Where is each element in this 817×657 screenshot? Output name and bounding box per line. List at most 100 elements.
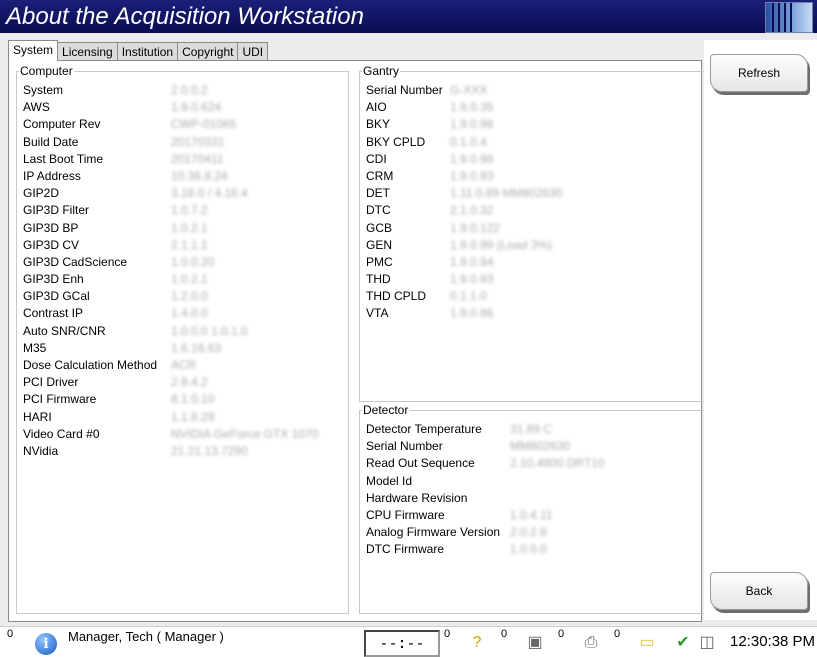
gantry-label: THD [366, 272, 391, 287]
computer-group: Computer System 2.0.0.2 AWS 1.9.0.624 Comput… [16, 64, 349, 614]
tab-institution[interactable]: Institution [116, 42, 179, 61]
tab-licensing[interactable]: Licensing [57, 42, 118, 61]
title-bar: About the Acquisition Workstation [0, 0, 817, 33]
gantry-row: GCB 1.9.0.122 [366, 220, 700, 237]
gantry-label: AIO [366, 100, 387, 115]
gantry-value: 0.1.1.0 [450, 289, 487, 304]
computer-value: 1.4.0.0 [171, 306, 208, 321]
gantry-value: 1.9.0.93 [450, 272, 494, 287]
computer-label: Video Card #0 [23, 426, 100, 441]
gantry-value: 1.9.0.99 (Load 3%) [450, 237, 553, 252]
computer-value: 1.0.0.0 1.0.1.0 [171, 323, 248, 338]
computer-label: System [23, 83, 64, 97]
printer-count: 0 [558, 628, 565, 640]
detector-row: Analog Firmware Version 2.0.2.8 [366, 524, 700, 541]
detector-label: Read Out Sequence [366, 456, 475, 471]
notes-count: 0 [614, 628, 621, 640]
gantry-value: G-XXX [450, 83, 488, 97]
computer-label: Last Boot Time [23, 151, 104, 166]
computer-row: Video Card #0 NVIDIA GeForce GTX 1070 [23, 426, 342, 443]
detector-legend: Detector [363, 403, 409, 417]
gantry-row: BKY 1.9.0.98 [366, 116, 700, 133]
computer-label: GIP2D [23, 186, 60, 201]
gantry-row: DTC 2.1.0.32 [366, 202, 700, 219]
refresh-button[interactable]: Refresh [710, 54, 808, 92]
computer-label: M35 [23, 340, 47, 355]
info-icon[interactable]: i [35, 633, 57, 655]
computer-row: Computer Rev CWP-01065 [23, 116, 342, 133]
computer-label: GIP3D CadScience [23, 254, 128, 269]
user-label[interactable]: Manager, Tech ( Manager ) [68, 629, 224, 644]
computer-label: Auto SNR/CNR [23, 323, 106, 338]
gantry-label: GCB [366, 220, 393, 235]
computer-row: System 2.0.0.2 [23, 82, 342, 99]
detector-label: Serial Number [366, 439, 443, 454]
detector-value: MM802630 [510, 439, 571, 454]
window-title: About the Acquisition Workstation [6, 3, 364, 30]
tab-system[interactable]: System [8, 40, 59, 61]
notes-icon[interactable]: ▭ [636, 633, 658, 653]
gantry-row: GEN 1.9.0.99 (Load 3%) [366, 237, 700, 254]
gantry-value: 1.9.0.98 [450, 117, 494, 132]
gantry-label: BKY [366, 117, 391, 132]
computer-row: PCI Driver 2.9.4.2 [23, 374, 342, 391]
tab-udi[interactable]: UDI [237, 42, 269, 61]
detector-value: 2.10.4800.DRT10 [510, 456, 605, 471]
gantry-value: 1.9.0.94 [450, 254, 494, 269]
system-panel: Computer System 2.0.0.2 AWS 1.9.0.624 Comput… [8, 60, 707, 622]
detector-row: CPU Firmware 1.0.4.11 [366, 507, 700, 524]
detector-group: Detector Detector Temperature 31.89 C Seri… [359, 403, 707, 614]
computer-label: GIP3D BP [23, 220, 79, 235]
computer-value: 1.9.0.624 [171, 100, 222, 115]
gantry-value: 2.1.0.32 [450, 203, 494, 218]
computer-value: CWP-01065 [171, 117, 237, 132]
computer-label: GIP3D Filter [23, 203, 90, 218]
printer-icon[interactable]: ⎙ [580, 633, 602, 653]
computer-row: GIP3D GCal 1.2.0.0 [23, 288, 342, 305]
computer-label: NVidia [23, 443, 59, 458]
logo-icon [765, 2, 813, 33]
gantry-value: 1.9.0.122 [450, 220, 501, 235]
gantry-value: 1.11.0.89 MM802630 [450, 186, 563, 201]
computer-value: NVIDIA GeForce GTX 1070 [171, 426, 319, 441]
info-count: 0 [7, 628, 14, 640]
computer-row: GIP3D Filter 1.0.7.2 [23, 202, 342, 219]
computer-row: Dose Calculation Method ACR [23, 357, 342, 374]
detector-label: CPU Firmware [366, 507, 445, 522]
main-content: System Licensing Institution Copyright U… [8, 40, 707, 622]
computer-row: HARI 1.1.6.29 [23, 409, 342, 426]
timer-display: --:-- [364, 630, 440, 657]
check-icon[interactable]: ✔ [672, 633, 694, 653]
detector-value: 2.0.2.8 [510, 525, 547, 540]
camera-icon[interactable]: ▣ [524, 633, 546, 653]
gantry-label: DET [366, 186, 390, 201]
help-icon[interactable]: ? [466, 633, 488, 653]
computer-label: Dose Calculation Method [23, 358, 158, 372]
computer-label: Build Date [23, 134, 79, 149]
detector-label: Analog Firmware Version [366, 525, 501, 540]
tab-strip: System Licensing Institution Copyright U… [8, 40, 269, 62]
gantry-row: PMC 1.9.0.94 [366, 254, 700, 271]
detector-label: DTC Firmware [366, 542, 444, 557]
computer-row: GIP3D CadScience 1.0.0.20 [23, 254, 342, 271]
computer-value: 1.0.7.2 [171, 203, 208, 218]
gantry-value: 1.9.0.35 [450, 100, 494, 115]
gantry-label: VTA [366, 306, 389, 321]
detector-value: 1.0.4.11 [510, 507, 553, 522]
gantry-label: PMC [366, 254, 393, 269]
gantry-legend: Gantry [363, 64, 400, 78]
computer-label: Computer Rev [23, 117, 101, 132]
gantry-value: 0.1.0.4 [450, 134, 487, 149]
gantry-row: THD CPLD 0.1.1.0 [366, 288, 700, 305]
computer-label: HARI [23, 409, 52, 424]
tab-copyright[interactable]: Copyright [177, 42, 239, 61]
computer-value: 2.1.1.1 [171, 237, 208, 252]
gantry-label: CDI [366, 151, 387, 166]
detector-row: Read Out Sequence 2.10.4800.DRT10 [366, 455, 700, 472]
network-icon[interactable]: ◫ [696, 633, 718, 653]
detector-value: 1.0.0.0 [510, 542, 547, 557]
computer-value: 1.2.0.0 [171, 289, 208, 304]
computer-row: AWS 1.9.0.624 [23, 99, 342, 116]
computer-value: 1.0.0.20 [171, 254, 215, 269]
back-button[interactable]: Back [710, 572, 808, 610]
